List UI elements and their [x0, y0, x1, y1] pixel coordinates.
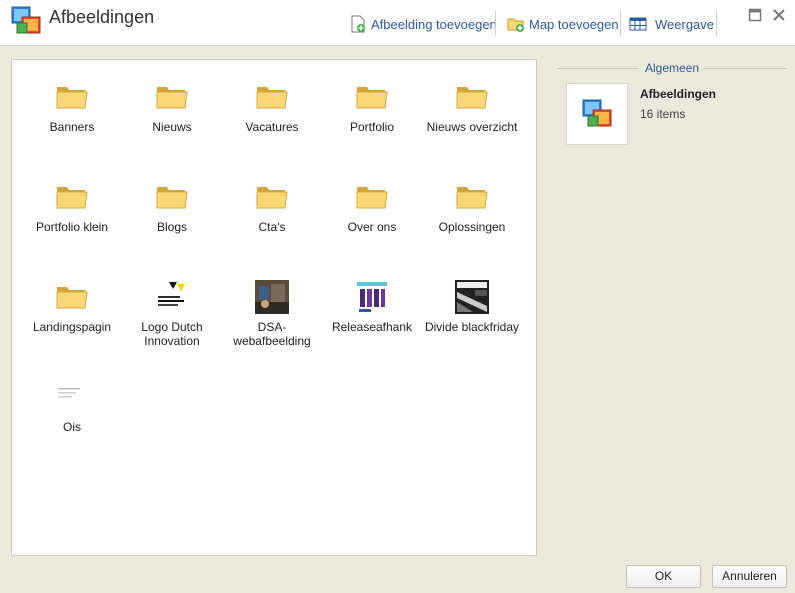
folder-item[interactable]: Portfolio klein: [22, 160, 122, 250]
info-thumbnail: [566, 83, 628, 145]
view-label: Weergave: [655, 16, 715, 32]
image-item[interactable]: Divide blackfriday: [422, 260, 522, 350]
item-label: Over ons: [347, 220, 397, 234]
folder-icon: [355, 80, 389, 114]
folder-item[interactable]: Landingspagin: [22, 260, 122, 350]
item-label: DSA-webafbeelding: [233, 320, 311, 348]
folder-item[interactable]: Oplossingen: [422, 160, 522, 250]
toolbar-divider: [716, 10, 717, 36]
folder-item[interactable]: Portfolio: [322, 60, 422, 150]
view-button[interactable]: Weergave: [629, 14, 714, 34]
info-section-header: Algemeen: [557, 61, 787, 75]
folder-icon: [455, 180, 489, 214]
folder-item[interactable]: Cta's: [222, 160, 322, 250]
item-label: Nieuws overzicht: [426, 120, 518, 134]
item-label: Oplossingen: [438, 220, 506, 234]
close-icon[interactable]: [772, 8, 786, 22]
add-image-button[interactable]: Afbeelding toevoegen: [349, 14, 497, 34]
items-panel: Banners Nieuws Vacatures Portfolio Nieuws ov…: [11, 59, 537, 556]
folder-icon: [255, 80, 289, 114]
info-item-count: 16 items: [640, 107, 686, 121]
item-label: Banners: [49, 120, 95, 134]
item-label: Blogs: [156, 220, 188, 234]
folder-icon: [55, 80, 89, 114]
item-label: Landingspagin: [32, 320, 112, 334]
folder-icon: [355, 180, 389, 214]
image-item[interactable]: DSA-webafbeelding: [222, 260, 322, 350]
add-folder-label: Map toevoegen: [529, 16, 619, 32]
title-bar: Afbeeldingen Afbeelding toevoegen Map to…: [0, 0, 795, 46]
image-thumbnail: [55, 380, 89, 414]
add-image-icon: [351, 15, 365, 33]
toolbar-divider: [495, 10, 496, 36]
image-thumbnail: [155, 280, 189, 314]
folder-icon: [255, 180, 289, 214]
item-label: Vacatures: [245, 120, 299, 134]
image-item[interactable]: Logo Dutch Innovation: [122, 260, 222, 350]
cancel-button[interactable]: Annuleren: [712, 565, 787, 588]
image-item[interactable]: Releaseafhank: [322, 260, 422, 350]
window-title: Afbeeldingen: [49, 7, 155, 27]
folder-icon: [155, 180, 189, 214]
item-label: Ois: [63, 420, 81, 434]
add-folder-icon: [507, 18, 524, 32]
add-image-label: Afbeelding toevoegen: [371, 16, 497, 32]
info-name: Afbeeldingen: [640, 87, 717, 101]
image-thumbnail: [455, 280, 489, 314]
image-thumbnail: [355, 280, 389, 314]
item-label: Nieuws: [152, 120, 192, 134]
images-icon: [582, 99, 612, 127]
images-app-icon: [11, 6, 41, 34]
folder-icon: [55, 280, 89, 314]
folder-item[interactable]: Vacatures: [222, 60, 322, 150]
toolbar-divider: [620, 10, 621, 36]
folder-item[interactable]: Banners: [22, 60, 122, 150]
folder-icon: [455, 80, 489, 114]
folder-item[interactable]: Blogs: [122, 160, 222, 250]
item-label: Cta's: [258, 220, 286, 234]
item-label: Portfolio: [349, 120, 395, 134]
folder-icon: [55, 180, 89, 214]
image-thumbnail: [255, 280, 289, 314]
add-folder-button[interactable]: Map toevoegen: [507, 14, 619, 34]
folder-item[interactable]: Over ons: [322, 160, 422, 250]
folder-icon: [155, 80, 189, 114]
item-label: Logo Dutch Innovation: [141, 320, 203, 348]
folder-item[interactable]: Nieuws overzicht: [422, 60, 522, 150]
item-label: Divide blackfriday: [424, 320, 520, 334]
maximize-icon[interactable]: [748, 8, 762, 22]
grid-view-icon: [629, 17, 647, 31]
info-section-label: Algemeen: [645, 61, 700, 75]
image-item[interactable]: Ois: [22, 360, 122, 450]
ok-button[interactable]: OK: [626, 565, 701, 588]
item-label: Releaseafhank: [331, 320, 413, 334]
folder-item[interactable]: Nieuws: [122, 60, 222, 150]
item-label: Portfolio klein: [35, 220, 109, 234]
